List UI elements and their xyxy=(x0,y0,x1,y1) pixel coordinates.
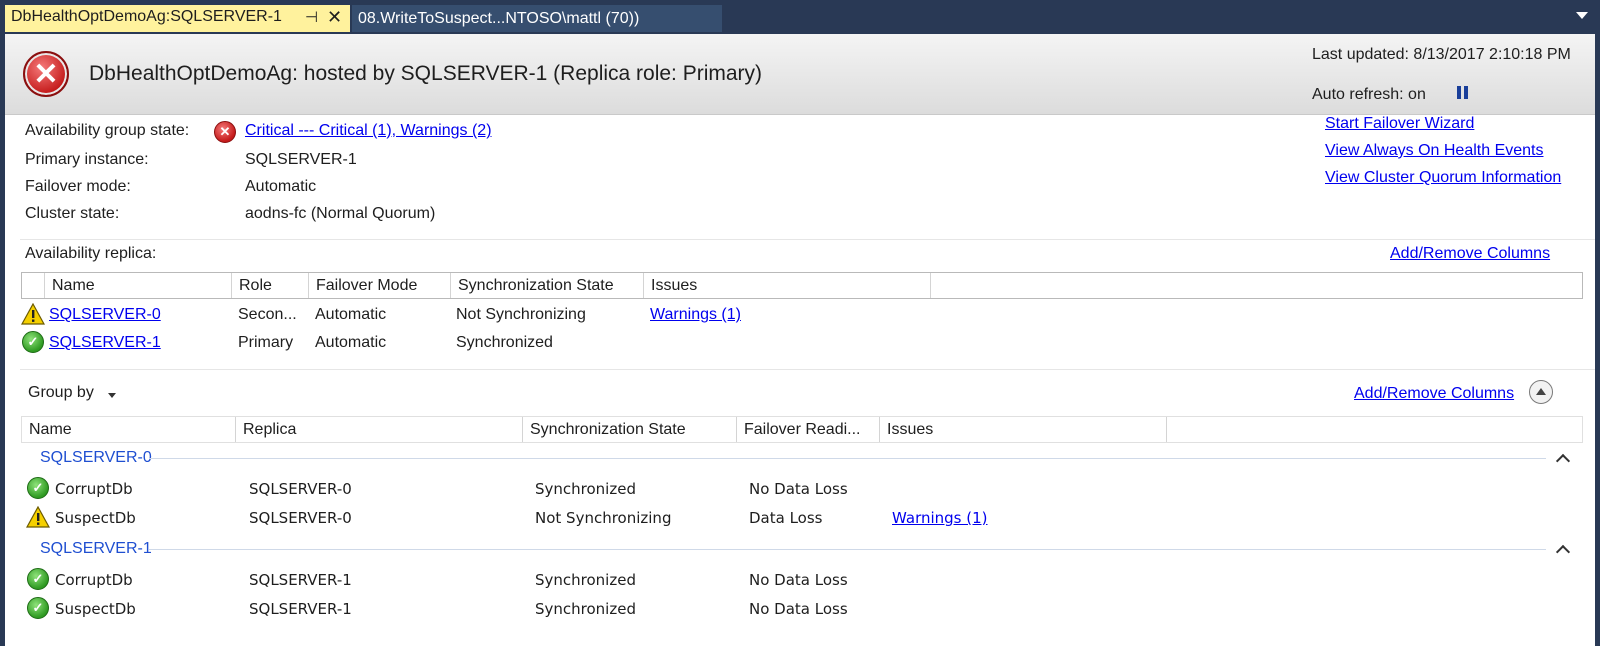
replica-failover-mode: Automatic xyxy=(315,334,387,351)
cluster-state-label: Cluster state: xyxy=(25,205,120,222)
tab-overflow-dropdown-icon[interactable] xyxy=(1576,12,1588,19)
status-column-header xyxy=(22,273,45,298)
dashboard-header: ✕ DbHealthOptDemoAg: hosted by SQLSERVER… xyxy=(5,34,1595,115)
column-header-failover-readiness[interactable]: Failover Readi... xyxy=(737,417,880,442)
database-replica: SQLSERVER-1 xyxy=(249,571,352,589)
replica-issues-link[interactable]: Warnings (1) xyxy=(650,306,741,324)
divider xyxy=(20,239,1595,240)
group-divider xyxy=(149,458,1546,459)
database-name: SuspectDb xyxy=(55,509,136,527)
replica-add-remove-columns-link[interactable]: Add/Remove Columns xyxy=(1390,245,1550,263)
database-name: SuspectDb xyxy=(55,600,136,618)
collapse-icon[interactable] xyxy=(1529,380,1553,404)
database-name: CorruptDb xyxy=(55,480,133,498)
ok-icon: ✓ xyxy=(27,477,49,499)
primary-instance-value: SQLSERVER-1 xyxy=(245,151,357,168)
divider xyxy=(20,369,1595,370)
column-header-issues[interactable]: Issues xyxy=(880,417,1167,442)
group-header-sqlserver-1[interactable]: SQLSERVER-1 xyxy=(40,540,152,558)
column-header-replica[interactable]: Replica xyxy=(236,417,523,442)
replica-sync-state: Synchronized xyxy=(456,334,553,351)
database-failover-readiness: No Data Loss xyxy=(749,480,848,498)
failover-mode-label: Failover mode: xyxy=(25,178,131,195)
column-header-issues[interactable]: Issues xyxy=(644,273,931,298)
replica-role: Secon... xyxy=(238,306,297,323)
replica-sync-state: Not Synchronizing xyxy=(456,306,586,323)
warning-icon xyxy=(21,303,45,325)
view-health-events-link[interactable]: View Always On Health Events xyxy=(1325,142,1543,160)
database-issues-link[interactable]: Warnings (1) xyxy=(892,509,988,527)
availability-replica-label: Availability replica: xyxy=(25,245,157,262)
column-header-name[interactable]: Name xyxy=(45,273,232,298)
tab-label: DbHealthOptDemoAg:SQLSERVER-1 xyxy=(11,8,282,25)
database-failover-readiness: Data Loss xyxy=(749,509,823,527)
pin-icon[interactable]: ⊣ xyxy=(305,8,318,26)
start-failover-wizard-link[interactable]: Start Failover Wizard xyxy=(1325,115,1474,133)
replica-name-link[interactable]: SQLSERVER-1 xyxy=(49,334,161,352)
database-grid-header: Name Replica Synchronization State Failo… xyxy=(21,416,1583,443)
database-sync-state: Not Synchronizing xyxy=(535,509,672,527)
ok-icon: ✓ xyxy=(27,597,49,619)
database-name: CorruptDb xyxy=(55,571,133,589)
page-title: DbHealthOptDemoAg: hosted by SQLSERVER-1… xyxy=(89,62,763,85)
database-replica: SQLSERVER-0 xyxy=(249,480,352,498)
error-icon: ✕ xyxy=(23,51,69,97)
ok-icon: ✓ xyxy=(27,568,49,590)
ag-state-link[interactable]: Critical --- Critical (1), Warnings (2) xyxy=(245,122,492,140)
database-replica: SQLSERVER-1 xyxy=(249,600,352,618)
ag-dashboard-panel: ✕ DbHealthOptDemoAg: hosted by SQLSERVER… xyxy=(5,34,1595,646)
tab-query-write-to-suspect[interactable]: 08.WriteToSuspect...NTOSO\mattl (70)) xyxy=(352,5,722,32)
replica-failover-mode: Automatic xyxy=(315,306,387,323)
group-header-sqlserver-0[interactable]: SQLSERVER-0 xyxy=(40,449,152,467)
database-failover-readiness: No Data Loss xyxy=(749,571,848,589)
database-sync-state: Synchronized xyxy=(535,600,636,618)
auto-refresh-text: Auto refresh: on xyxy=(1312,86,1426,103)
tab-dashboard-sqlserver-1[interactable]: DbHealthOptDemoAg:SQLSERVER-1 ⊣ ✕ xyxy=(5,5,350,32)
db-add-remove-columns-link[interactable]: Add/Remove Columns xyxy=(1354,385,1514,403)
chevron-down-icon[interactable] xyxy=(108,393,116,398)
tab-label: 08.WriteToSuspect...NTOSO\mattl (70)) xyxy=(358,9,640,27)
column-header-role[interactable]: Role xyxy=(232,273,309,298)
ag-state-label: Availability group state: xyxy=(25,122,190,139)
view-cluster-quorum-link[interactable]: View Cluster Quorum Information xyxy=(1325,169,1561,187)
warning-icon xyxy=(26,506,50,528)
chevron-up-icon[interactable] xyxy=(1555,453,1571,469)
column-header-sync-state[interactable]: Synchronization State xyxy=(523,417,737,442)
failover-mode-value: Automatic xyxy=(245,178,317,195)
close-icon[interactable]: ✕ xyxy=(327,7,342,28)
column-header-name[interactable]: Name xyxy=(22,417,236,442)
group-by-dropdown[interactable]: Group by xyxy=(28,384,94,402)
primary-instance-label: Primary instance: xyxy=(25,151,149,168)
chevron-up-icon[interactable] xyxy=(1555,544,1571,560)
pause-icon[interactable] xyxy=(1457,86,1469,99)
cluster-state-value: aodns-fc (Normal Quorum) xyxy=(245,205,436,222)
document-tab-strip: DbHealthOptDemoAg:SQLSERVER-1 ⊣ ✕ 08.Wri… xyxy=(0,0,1600,34)
column-header-sync-state[interactable]: Synchronization State xyxy=(451,273,644,298)
column-header-failover-mode[interactable]: Failover Mode xyxy=(309,273,451,298)
database-failover-readiness: No Data Loss xyxy=(749,600,848,618)
replica-name-link[interactable]: SQLSERVER-0 xyxy=(49,306,161,324)
error-icon: ✕ xyxy=(214,121,236,143)
database-replica: SQLSERVER-0 xyxy=(249,509,352,527)
database-sync-state: Synchronized xyxy=(535,571,636,589)
last-updated-text: Last updated: 8/13/2017 2:10:18 PM xyxy=(1312,46,1571,63)
replica-role: Primary xyxy=(238,334,294,351)
group-divider xyxy=(149,549,1546,550)
replica-grid-header: Name Role Failover Mode Synchronization … xyxy=(21,272,1583,299)
ok-icon: ✓ xyxy=(22,331,44,353)
database-sync-state: Synchronized xyxy=(535,480,636,498)
